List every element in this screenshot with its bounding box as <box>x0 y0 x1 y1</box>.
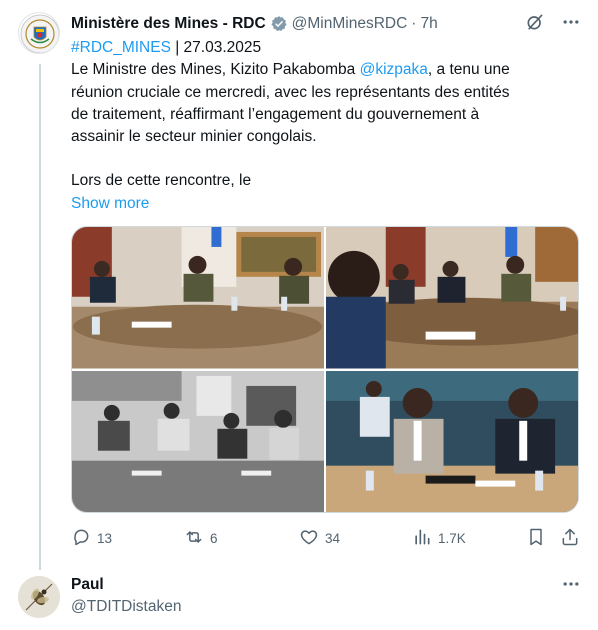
author-avatar[interactable] <box>18 12 60 54</box>
text-fragment: , a tenu une <box>427 61 510 79</box>
media-photo-4[interactable] <box>326 370 578 512</box>
views-icon <box>412 527 432 550</box>
hashtag-link[interactable]: #RDC_MINES <box>71 39 171 56</box>
share-icon <box>560 527 580 550</box>
views-count: 1.7K <box>438 530 466 546</box>
thread-line <box>39 64 41 570</box>
media-photo-2[interactable] <box>326 227 578 369</box>
tweet-line-2: Le Ministre des Mines, Kizito Pakabomba … <box>71 59 571 81</box>
tweet-line-3: réunion cruciale ce mercredi, avec les r… <box>71 83 510 101</box>
reply-avatar[interactable] <box>18 576 60 618</box>
reply-count: 13 <box>97 530 113 546</box>
like-button[interactable]: 34 <box>299 527 340 550</box>
text-fragment: Le Ministre des Mines, Kizito Pakabomba <box>71 61 360 79</box>
retweet-icon <box>184 527 204 550</box>
reply-button[interactable]: 13 <box>71 527 112 550</box>
media-photo-1[interactable] <box>72 227 324 369</box>
bookmark-button[interactable] <box>526 527 546 550</box>
reply-icon <box>71 527 91 550</box>
reply-author-name[interactable]: Paul <box>71 574 581 596</box>
share-button[interactable] <box>560 527 580 550</box>
reply-header: Paul @TDITDistaken <box>71 574 581 618</box>
tweet-time[interactable]: 7h <box>420 15 437 33</box>
author-name[interactable]: Ministère des Mines - RDC <box>71 15 266 33</box>
tweet-actions: 13 6 34 1.7K <box>71 526 581 550</box>
retweet-button[interactable]: 6 <box>184 527 218 550</box>
views-button[interactable]: 1.7K <box>412 527 466 550</box>
tweet-line-1: #RDC_MINES | 27.03.2025 <box>71 37 571 59</box>
tweet-line-4: de traitement, réaffirmant l’engagement … <box>71 105 480 123</box>
grok-icon[interactable] <box>525 12 545 32</box>
tweet-text: #RDC_MINES | 27.03.2025 Le Ministre des … <box>71 37 571 215</box>
retweet-count: 6 <box>210 530 218 546</box>
separator-dot: · <box>411 15 417 32</box>
reply-author-handle[interactable]: @TDITDistaken <box>71 596 581 618</box>
mention-link[interactable]: @kizpaka <box>360 61 428 78</box>
media-photo-3[interactable] <box>72 370 324 512</box>
tweet-header: Ministère des Mines - RDC @MinMinesRDC ·… <box>71 12 581 36</box>
author-handle[interactable]: @MinMinesRDC <box>292 15 408 33</box>
tweet-line-5: assainir le secteur minier congolais. <box>71 128 317 146</box>
more-icon[interactable] <box>561 12 581 32</box>
like-count: 34 <box>325 530 341 546</box>
bookmark-icon <box>526 527 546 550</box>
heart-icon <box>299 527 319 550</box>
show-more-link[interactable]: Show more <box>71 193 571 215</box>
media-grid <box>71 226 579 513</box>
reply-more-icon[interactable] <box>561 574 581 594</box>
tweet-line-6: Lors de cette rencontre, le <box>71 172 252 190</box>
date-text: | 27.03.2025 <box>170 39 262 56</box>
insect-avatar-image <box>18 576 60 618</box>
verified-badge-icon <box>270 15 288 33</box>
coat-of-arms-logo <box>20 14 59 53</box>
